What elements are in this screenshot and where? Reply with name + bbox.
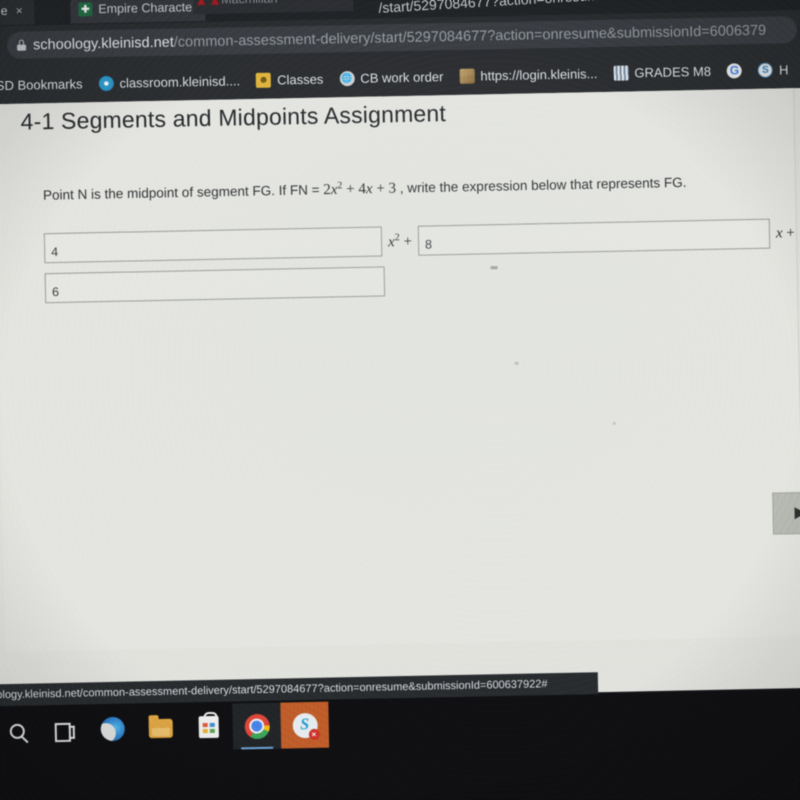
- question-term-3: + 3: [376, 180, 397, 198]
- skype-icon: S ×: [291, 712, 320, 740]
- question-exponent: 2: [337, 180, 343, 192]
- taskbar-search-button[interactable]: [0, 707, 41, 754]
- page-viewport: 4-1 Segments and Midpoints Assignment Po…: [0, 87, 800, 705]
- url-domain: schoology.kleinisd.net: [32, 34, 174, 53]
- taskbar: S ×: [0, 689, 800, 800]
- bookmark-label: classroom.kleinisd....: [119, 72, 241, 91]
- scroll-indicator[interactable]: [772, 492, 800, 535]
- taskbar-microsoft-store-button[interactable]: [184, 704, 233, 751]
- bookmark-label: GRADES M8: [634, 63, 712, 80]
- url-text: schoology.kleinisd.net/common-assessment…: [33, 22, 766, 53]
- answer-input-2[interactable]: 8: [417, 218, 771, 256]
- tab-title: Pe: [0, 3, 8, 19]
- taskbar-task-view-button[interactable]: [40, 706, 89, 753]
- url-path: /common-assessment-delivery/start/529708…: [173, 22, 767, 51]
- bookmark-google[interactable]: G: [720, 57, 750, 84]
- question-lead: Point N is the midpoint of segment FG. I…: [42, 182, 320, 203]
- page-title: 4-1 Segments and Midpoints Assignment: [20, 100, 447, 135]
- bookmark-label: https://login.kleinis...: [480, 65, 598, 83]
- answer-row-1: 4 x2 + 8 x +: [43, 218, 800, 264]
- answer-row-2: 6: [44, 266, 386, 304]
- edge-icon: [100, 716, 126, 742]
- lock-icon: [17, 39, 27, 51]
- browser-tab-macmillan[interactable]: ▲▲ Macmillan: [192, 0, 354, 15]
- dust-artifact-2: [612, 421, 616, 425]
- question-variable-2: x: [365, 181, 373, 198]
- excel-icon: ✚: [78, 2, 93, 17]
- skype-close-badge-icon: ×: [308, 728, 320, 740]
- taskbar-skype-button[interactable]: S ×: [280, 701, 330, 749]
- photo-icon: [459, 68, 475, 84]
- skype-letter: S: [300, 716, 310, 734]
- cursor-arrow-icon: [794, 507, 800, 520]
- macmillan-icon: ▲▲: [194, 0, 222, 8]
- question-text: Point N is the midpoint of segment FG. I…: [43, 173, 687, 204]
- screen-photo: Pe × ✚ Empire Characte × ▲▲ Macmillan ←: [0, 0, 800, 800]
- bookmark-label: einISD Bookmarks: [0, 75, 83, 94]
- att-globe-icon: [98, 75, 114, 91]
- answer-operator-2: x +: [775, 224, 795, 242]
- question-tail: , write the expression below that repres…: [399, 174, 687, 196]
- text-cursor-artifact: [490, 266, 498, 270]
- browser-tab-empire-characters[interactable]: ✚ Empire Characte ×: [70, 0, 206, 24]
- bookmark-label: H: [778, 61, 789, 77]
- answer-operator-1: x2 +: [387, 231, 413, 250]
- assignment-page: 4-1 Segments and Midpoints Assignment Po…: [0, 88, 800, 653]
- bookmark-schoology[interactable]: S H: [751, 56, 796, 83]
- taskbar-chrome-button[interactable]: [232, 702, 282, 750]
- chrome-icon: [244, 713, 270, 739]
- bookmark-classroom-kleinisd[interactable]: classroom.kleinisd....: [91, 67, 247, 96]
- search-icon: [9, 723, 25, 739]
- bookmark-label: CB work order: [360, 68, 444, 86]
- question-term-2: + 4: [346, 181, 367, 198]
- dust-artifact-1: [514, 361, 519, 365]
- answer-input-1[interactable]: 4: [43, 226, 383, 264]
- bookmark-kleinisd-bookmarks[interactable]: einISD Bookmarks: [0, 70, 90, 98]
- bookmark-login-kleinisd[interactable]: https://login.kleinis...: [452, 60, 605, 89]
- schoology-icon: S: [757, 62, 774, 78]
- screen-content: Pe × ✚ Empire Characte × ▲▲ Macmillan ←: [0, 0, 800, 800]
- bookmark-cb-work-order[interactable]: 🌐 CB work order: [332, 63, 451, 91]
- tab-title: Empire Characte: [98, 0, 193, 17]
- chart-icon: [613, 64, 629, 81]
- taskbar-edge-button[interactable]: [88, 705, 137, 752]
- answer-input-3[interactable]: 6: [44, 266, 386, 304]
- globe-icon: 🌐: [339, 70, 355, 86]
- file-explorer-icon: [148, 718, 173, 738]
- classes-icon: ☻: [255, 72, 272, 88]
- microsoft-store-icon: [198, 715, 219, 739]
- bookmark-label: Classes: [276, 71, 324, 88]
- taskbar-items: S ×: [0, 701, 330, 755]
- task-view-icon: [55, 722, 75, 737]
- taskbar-file-explorer-button[interactable]: [136, 705, 185, 752]
- google-icon: G: [726, 62, 743, 78]
- browser-tab-pe[interactable]: Pe ×: [0, 0, 35, 26]
- bookmark-classes[interactable]: ☻ Classes: [249, 65, 331, 93]
- tab-title: Macmillan: [221, 0, 278, 7]
- bookmark-grades-m8[interactable]: GRADES M8: [606, 58, 718, 86]
- browser-chrome: Pe × ✚ Empire Characte × ▲▲ Macmillan ←: [0, 0, 800, 105]
- close-icon[interactable]: ×: [16, 4, 23, 18]
